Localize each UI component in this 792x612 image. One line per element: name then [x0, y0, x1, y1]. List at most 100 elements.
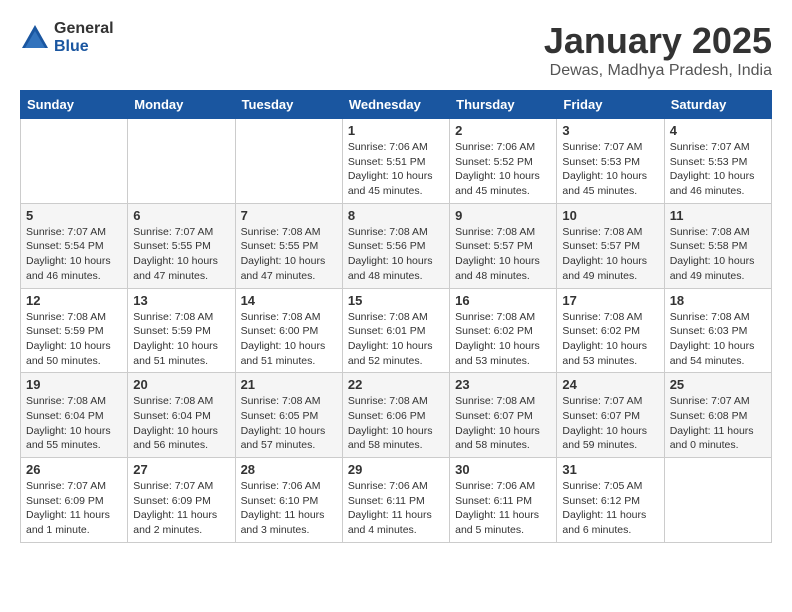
- day-number: 8: [348, 208, 444, 223]
- day-number: 5: [26, 208, 122, 223]
- day-number: 18: [670, 293, 766, 308]
- day-info: Sunrise: 7:08 AMSunset: 6:04 PMDaylight:…: [133, 394, 229, 453]
- day-number: 2: [455, 123, 551, 138]
- day-info: Sunrise: 7:08 AMSunset: 6:07 PMDaylight:…: [455, 394, 551, 453]
- calendar-cell: 4 Sunrise: 7:07 AMSunset: 5:53 PMDaylight…: [664, 119, 771, 204]
- day-number: 23: [455, 377, 551, 392]
- header-tuesday: Tuesday: [235, 91, 342, 119]
- header-wednesday: Wednesday: [342, 91, 449, 119]
- calendar-cell: 18 Sunrise: 7:08 AMSunset: 6:03 PMDayligh…: [664, 288, 771, 373]
- day-info: Sunrise: 7:08 AMSunset: 5:59 PMDaylight:…: [26, 310, 122, 369]
- calendar-table: Sunday Monday Tuesday Wednesday Thursday…: [20, 90, 772, 543]
- day-number: 21: [241, 377, 337, 392]
- calendar-cell: 8 Sunrise: 7:08 AMSunset: 5:56 PMDaylight…: [342, 203, 449, 288]
- calendar-cell: 15 Sunrise: 7:08 AMSunset: 6:01 PMDayligh…: [342, 288, 449, 373]
- day-number: 15: [348, 293, 444, 308]
- calendar-cell: 14 Sunrise: 7:08 AMSunset: 6:00 PMDayligh…: [235, 288, 342, 373]
- logo-text: General Blue: [54, 20, 114, 55]
- calendar-cell: 5 Sunrise: 7:07 AMSunset: 5:54 PMDaylight…: [21, 203, 128, 288]
- calendar-cell: 23 Sunrise: 7:08 AMSunset: 6:07 PMDayligh…: [450, 373, 557, 458]
- calendar-cell: 26 Sunrise: 7:07 AMSunset: 6:09 PMDayligh…: [21, 458, 128, 543]
- calendar-cell: 20 Sunrise: 7:08 AMSunset: 6:04 PMDayligh…: [128, 373, 235, 458]
- day-info: Sunrise: 7:07 AMSunset: 6:09 PMDaylight:…: [26, 479, 122, 538]
- calendar-cell: [664, 458, 771, 543]
- header-thursday: Thursday: [450, 91, 557, 119]
- day-info: Sunrise: 7:08 AMSunset: 5:56 PMDaylight:…: [348, 225, 444, 284]
- day-number: 3: [562, 123, 658, 138]
- day-number: 9: [455, 208, 551, 223]
- day-number: 25: [670, 377, 766, 392]
- logo-icon: [20, 23, 50, 53]
- day-number: 11: [670, 208, 766, 223]
- calendar-cell: [128, 119, 235, 204]
- calendar-week-3: 12 Sunrise: 7:08 AMSunset: 5:59 PMDayligh…: [21, 288, 772, 373]
- calendar-week-1: 1 Sunrise: 7:06 AMSunset: 5:51 PMDaylight…: [21, 119, 772, 204]
- day-info: Sunrise: 7:08 AMSunset: 6:03 PMDaylight:…: [670, 310, 766, 369]
- calendar-title: January 2025: [544, 20, 772, 62]
- calendar-cell: 22Sunrise: 7:08 AMSunset: 6:06 PMDayligh…: [342, 373, 449, 458]
- day-info: Sunrise: 7:08 AMSunset: 5:57 PMDaylight:…: [455, 225, 551, 284]
- day-number: 26: [26, 462, 122, 477]
- day-info: Sunrise: 7:07 AMSunset: 5:53 PMDaylight:…: [562, 140, 658, 199]
- day-number: 27: [133, 462, 229, 477]
- calendar-week-2: 5 Sunrise: 7:07 AMSunset: 5:54 PMDaylight…: [21, 203, 772, 288]
- day-number: 29: [348, 462, 444, 477]
- day-info: Sunrise: 7:06 AMSunset: 5:52 PMDaylight:…: [455, 140, 551, 199]
- day-number: 30: [455, 462, 551, 477]
- day-number: 19: [26, 377, 122, 392]
- calendar-cell: [21, 119, 128, 204]
- day-number: 14: [241, 293, 337, 308]
- day-info: Sunrise: 7:08 AMSunset: 6:04 PMDaylight:…: [26, 394, 122, 453]
- calendar-cell: 13 Sunrise: 7:08 AMSunset: 5:59 PMDayligh…: [128, 288, 235, 373]
- day-info: Sunrise: 7:07 AMSunset: 5:53 PMDaylight:…: [670, 140, 766, 199]
- calendar-cell: 16Sunrise: 7:08 AMSunset: 6:02 PMDayligh…: [450, 288, 557, 373]
- calendar-cell: 25 Sunrise: 7:07 AMSunset: 6:08 PMDayligh…: [664, 373, 771, 458]
- day-number: 20: [133, 377, 229, 392]
- day-number: 6: [133, 208, 229, 223]
- day-info: Sunrise: 7:07 AMSunset: 6:08 PMDaylight:…: [670, 394, 766, 453]
- header-monday: Monday: [128, 91, 235, 119]
- calendar-cell: 21 Sunrise: 7:08 AMSunset: 6:05 PMDayligh…: [235, 373, 342, 458]
- day-number: 13: [133, 293, 229, 308]
- day-info: Sunrise: 7:08 AMSunset: 6:00 PMDaylight:…: [241, 310, 337, 369]
- day-info: Sunrise: 7:07 AMSunset: 5:54 PMDaylight:…: [26, 225, 122, 284]
- day-info: Sunrise: 7:08 AMSunset: 6:01 PMDaylight:…: [348, 310, 444, 369]
- calendar-cell: 10 Sunrise: 7:08 AMSunset: 5:57 PMDayligh…: [557, 203, 664, 288]
- calendar-cell: 6 Sunrise: 7:07 AMSunset: 5:55 PMDaylight…: [128, 203, 235, 288]
- calendar-cell: 24Sunrise: 7:07 AMSunset: 6:07 PMDayligh…: [557, 373, 664, 458]
- day-number: 4: [670, 123, 766, 138]
- calendar-week-4: 19 Sunrise: 7:08 AMSunset: 6:04 PMDayligh…: [21, 373, 772, 458]
- day-info: Sunrise: 7:07 AMSunset: 6:09 PMDaylight:…: [133, 479, 229, 538]
- day-number: 22: [348, 377, 444, 392]
- calendar-cell: 9 Sunrise: 7:08 AMSunset: 5:57 PMDaylight…: [450, 203, 557, 288]
- header-friday: Friday: [557, 91, 664, 119]
- day-info: Sunrise: 7:06 AMSunset: 6:11 PMDaylight:…: [348, 479, 444, 538]
- calendar-cell: 19 Sunrise: 7:08 AMSunset: 6:04 PMDayligh…: [21, 373, 128, 458]
- day-info: Sunrise: 7:08 AMSunset: 5:59 PMDaylight:…: [133, 310, 229, 369]
- day-number: 12: [26, 293, 122, 308]
- calendar-subtitle: Dewas, Madhya Pradesh, India: [544, 62, 772, 80]
- day-info: Sunrise: 7:08 AMSunset: 6:05 PMDaylight:…: [241, 394, 337, 453]
- calendar-cell: 29 Sunrise: 7:06 AMSunset: 6:11 PMDayligh…: [342, 458, 449, 543]
- day-number: 10: [562, 208, 658, 223]
- calendar-cell: 12 Sunrise: 7:08 AMSunset: 5:59 PMDayligh…: [21, 288, 128, 373]
- calendar-cell: 2 Sunrise: 7:06 AMSunset: 5:52 PMDaylight…: [450, 119, 557, 204]
- day-number: 7: [241, 208, 337, 223]
- calendar-cell: 30Sunrise: 7:06 AMSunset: 6:11 PMDayligh…: [450, 458, 557, 543]
- day-info: Sunrise: 7:06 AMSunset: 5:51 PMDaylight:…: [348, 140, 444, 199]
- day-info: Sunrise: 7:08 AMSunset: 5:57 PMDaylight:…: [562, 225, 658, 284]
- day-info: Sunrise: 7:05 AMSunset: 6:12 PMDaylight:…: [562, 479, 658, 538]
- day-info: Sunrise: 7:07 AMSunset: 6:07 PMDaylight:…: [562, 394, 658, 453]
- day-info: Sunrise: 7:08 AMSunset: 5:58 PMDaylight:…: [670, 225, 766, 284]
- day-info: Sunrise: 7:07 AMSunset: 5:55 PMDaylight:…: [133, 225, 229, 284]
- day-number: 1: [348, 123, 444, 138]
- page-header: General Blue January 2025 Dewas, Madhya …: [20, 20, 772, 80]
- header-saturday: Saturday: [664, 91, 771, 119]
- calendar-cell: 1 Sunrise: 7:06 AMSunset: 5:51 PMDaylight…: [342, 119, 449, 204]
- calendar-cell: 31 Sunrise: 7:05 AMSunset: 6:12 PMDayligh…: [557, 458, 664, 543]
- logo-blue-text: Blue: [54, 38, 114, 56]
- calendar-cell: 28Sunrise: 7:06 AMSunset: 6:10 PMDayligh…: [235, 458, 342, 543]
- calendar-week-5: 26 Sunrise: 7:07 AMSunset: 6:09 PMDayligh…: [21, 458, 772, 543]
- day-info: Sunrise: 7:08 AMSunset: 5:55 PMDaylight:…: [241, 225, 337, 284]
- day-number: 31: [562, 462, 658, 477]
